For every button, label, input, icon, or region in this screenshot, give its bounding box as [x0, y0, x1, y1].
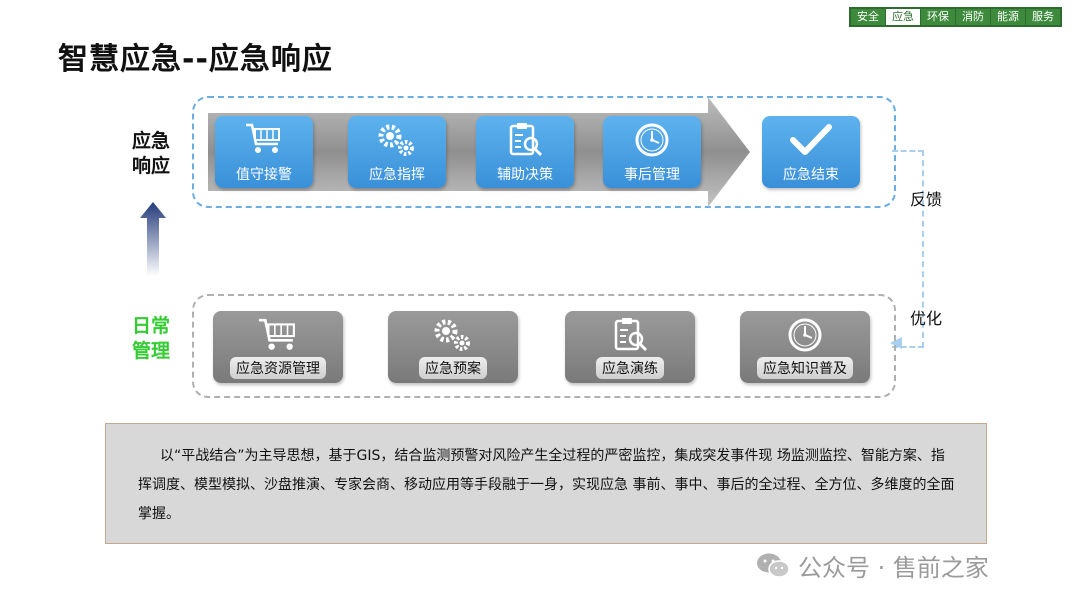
daily-card-resources[interactable]: 应急资源管理 — [213, 311, 343, 383]
clipboard-search-icon — [509, 123, 543, 157]
step-label: 事后管理 — [624, 167, 680, 183]
step-label: 应急知识普及 — [757, 357, 853, 379]
tab-safety[interactable]: 安全 — [851, 9, 885, 25]
step-label: 应急预案 — [419, 357, 487, 379]
step-card-command[interactable]: 应急指挥 — [348, 116, 446, 188]
step-label: 应急演练 — [596, 357, 664, 379]
description-text: 以“平战结合”为主导思想，基于GIS，结合监测预警对风险产生全过程的严密监控，集… — [138, 448, 955, 522]
clipboard-search-icon — [614, 318, 648, 352]
step-label: 值守接警 — [236, 167, 292, 183]
step-label: 辅助决策 — [497, 167, 553, 183]
up-arrow-icon — [140, 202, 166, 276]
step-label: 应急资源管理 — [230, 357, 326, 379]
tab-emergency[interactable]: 应急 — [886, 9, 920, 25]
clock-icon — [635, 123, 669, 157]
response-label: 应急 响应 — [132, 130, 171, 177]
step-label: 应急指挥 — [369, 167, 425, 183]
watermark-text: 公众号 · 售前之家 — [798, 554, 989, 582]
description-box: 以“平战结合”为主导思想，基于GIS，结合监测预警对风险产生全过程的严密监控，集… — [105, 423, 987, 544]
watermark: 公众号 · 售前之家 — [756, 548, 989, 583]
shopping-cart-icon — [246, 123, 280, 153]
step-label: 应急结束 — [783, 167, 839, 183]
tab-environment[interactable]: 环保 — [921, 9, 955, 25]
gears-icon — [378, 124, 414, 156]
step-card-duty-alarm[interactable]: 值守接警 — [215, 116, 313, 188]
daily-management-label: 日常 管理 — [132, 315, 171, 362]
page-title: 智慧应急--应急响应 — [58, 42, 333, 77]
daily-card-knowledge[interactable]: 应急知识普及 — [740, 311, 870, 383]
daily-card-plans[interactable]: 应急预案 — [388, 311, 518, 383]
step-card-aftermath[interactable]: 事后管理 — [603, 116, 701, 188]
step-card-decision[interactable]: 辅助决策 — [476, 116, 574, 188]
gears-icon — [434, 319, 470, 351]
wechat-icon — [757, 553, 790, 578]
category-tabs: 安全 应急 环保 消防 能源 服务 — [849, 7, 1062, 27]
checkmark-icon — [790, 124, 832, 155]
feedback-label: 反馈 — [910, 190, 943, 209]
optimize-label: 优化 — [910, 309, 943, 328]
clock-icon — [788, 318, 822, 352]
tab-service[interactable]: 服务 — [1026, 9, 1060, 25]
tab-energy[interactable]: 能源 — [991, 9, 1025, 25]
shopping-cart-icon — [258, 318, 295, 350]
daily-card-drills[interactable]: 应急演练 — [565, 311, 695, 383]
step-card-end[interactable]: 应急结束 — [762, 116, 860, 188]
tab-fire[interactable]: 消防 — [956, 9, 990, 25]
